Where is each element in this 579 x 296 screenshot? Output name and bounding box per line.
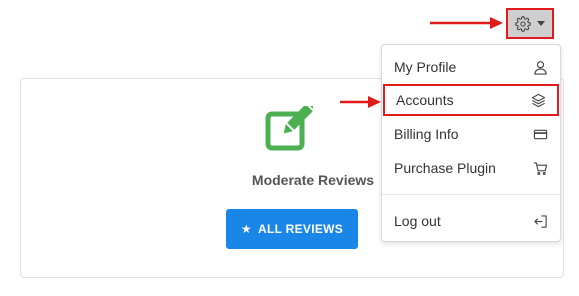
user-icon <box>533 60 548 75</box>
menu-item-label: Accounts <box>396 92 454 108</box>
menu-item-label: Billing Info <box>394 126 459 142</box>
menu-item-label: Log out <box>394 213 441 229</box>
logout-icon <box>533 214 548 229</box>
layers-icon <box>531 93 546 108</box>
cart-icon <box>533 161 548 176</box>
menu-divider <box>382 194 560 195</box>
annotation-arrow-accounts <box>340 96 381 108</box>
menu-item-accounts[interactable]: Accounts <box>383 84 559 116</box>
annotation-arrow-settings <box>430 17 503 29</box>
caret-down-icon <box>537 21 545 26</box>
menu-item-my-profile[interactable]: My Profile <box>382 51 560 83</box>
menu-item-label: My Profile <box>394 59 457 75</box>
gear-icon <box>515 15 531 32</box>
all-reviews-button[interactable]: ★ ALL REVIEWS <box>226 209 358 249</box>
credit-card-icon <box>533 127 548 142</box>
settings-dropdown-menu: My Profile Accounts Billing Info Purchas… <box>381 44 561 242</box>
menu-item-log-out[interactable]: Log out <box>382 205 560 237</box>
star-icon: ★ <box>240 222 252 236</box>
settings-menu-button[interactable] <box>506 8 554 39</box>
edit-icon <box>265 106 313 151</box>
menu-item-purchase-plugin[interactable]: Purchase Plugin <box>382 152 560 184</box>
menu-item-label: Purchase Plugin <box>394 160 496 176</box>
menu-item-billing-info[interactable]: Billing Info <box>382 118 560 150</box>
all-reviews-label: ALL REVIEWS <box>257 222 344 236</box>
